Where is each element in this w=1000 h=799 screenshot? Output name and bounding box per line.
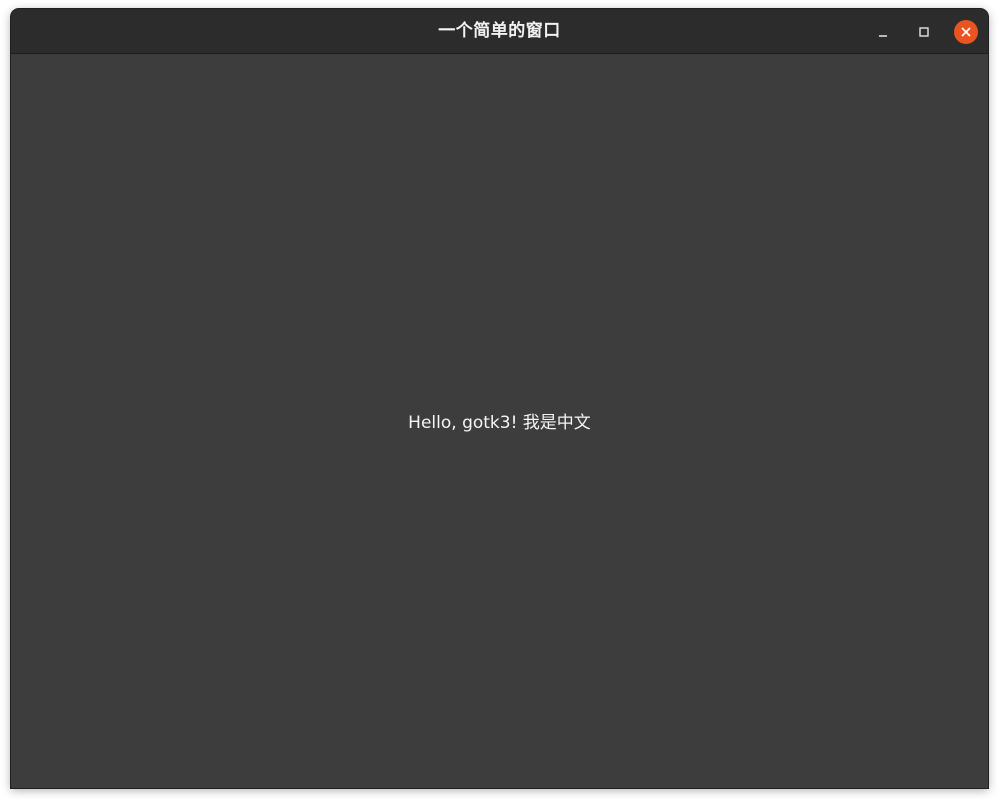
hello-label: Hello, gotk3! 我是中文 — [408, 413, 591, 433]
close-icon — [961, 27, 971, 37]
window-title: 一个简单的窗口 — [438, 21, 561, 41]
minimize-icon — [879, 35, 887, 37]
close-button[interactable] — [954, 20, 978, 44]
title-bar[interactable]: 一个简单的窗口 — [11, 9, 988, 54]
minimize-button[interactable] — [871, 20, 895, 44]
content-area: Hello, gotk3! 我是中文 — [11, 54, 988, 788]
app-window: 一个简单的窗口 Hello, gotk3! 我是中文 — [11, 9, 988, 788]
maximize-button[interactable] — [912, 20, 936, 44]
maximize-icon — [919, 27, 929, 37]
